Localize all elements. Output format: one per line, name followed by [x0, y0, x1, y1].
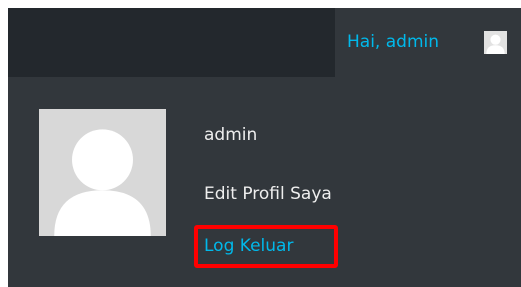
logout-link[interactable]: Log Keluar [204, 234, 293, 258]
user-avatar-icon[interactable] [484, 31, 507, 54]
edit-profile-link[interactable]: Edit Profil Saya [204, 182, 332, 206]
username-link[interactable]: admin [204, 123, 257, 147]
profile-avatar-icon [39, 109, 166, 236]
greeting-link[interactable]: Hai, admin [347, 30, 439, 54]
account-menu-screenshot: Hai, admin admin Edit Profil Saya Log Ke… [8, 8, 521, 287]
